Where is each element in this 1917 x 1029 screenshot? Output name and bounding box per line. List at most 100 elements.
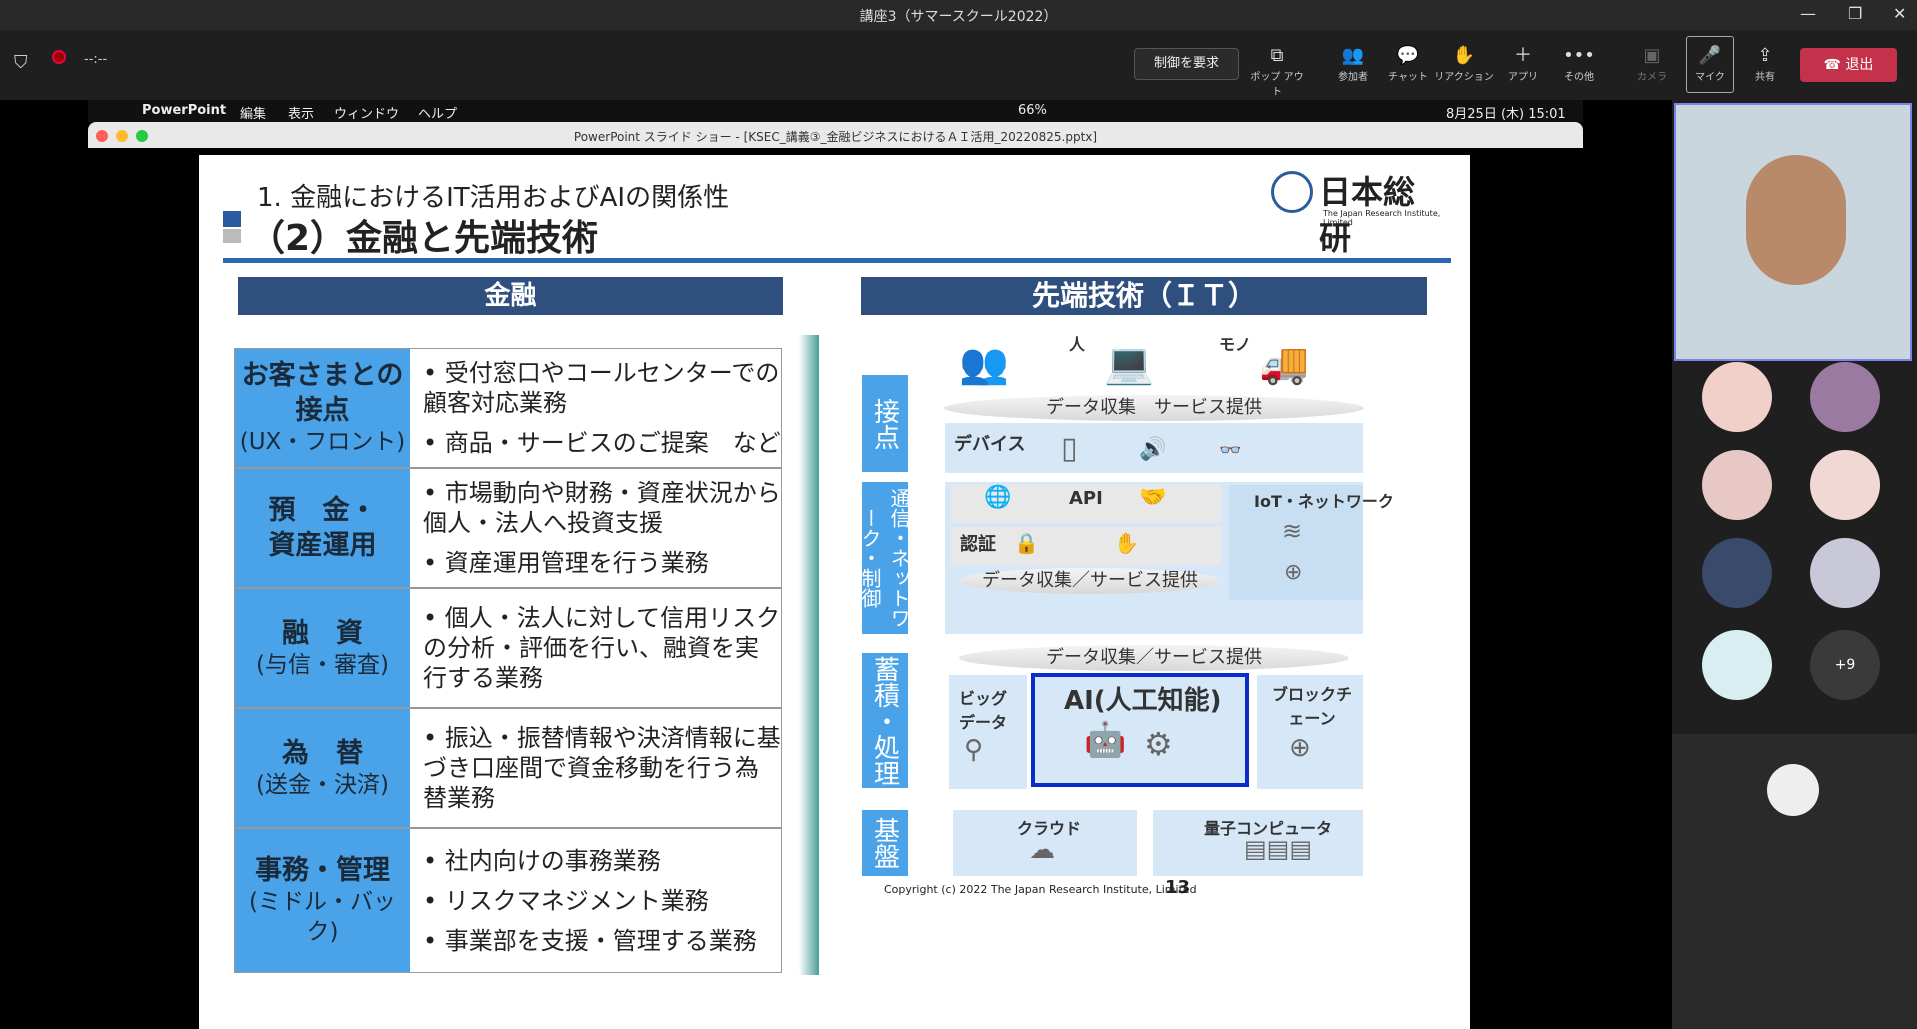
popout-icon: ⧉: [1270, 45, 1284, 66]
chat-label: チャット: [1388, 72, 1428, 83]
logo-mark-icon: [1271, 171, 1313, 213]
category-line: 融 資: [282, 617, 363, 649]
clock-label: 8月25日 (木) 15:01: [1446, 107, 1566, 122]
list-item: • 資産運用管理を行う業務: [423, 549, 709, 577]
network-globe-icon: ⊕: [1284, 560, 1303, 585]
chat-button[interactable]: 💬 チャット: [1378, 44, 1438, 83]
shield-icon: ⛉: [14, 52, 28, 73]
contact-label: 接点: [862, 375, 908, 472]
avatar: [1767, 764, 1819, 816]
collect-oval: データ収集／サービス提供: [959, 645, 1349, 671]
category-line: 事務・管理: [255, 855, 390, 887]
participants-button[interactable]: 👥 参加者: [1323, 44, 1383, 83]
category-line: 預 金・: [268, 494, 377, 526]
item-text: リスクマネジメント業務: [444, 886, 709, 915]
finance-row: 為 替 (送金・決済) • 振込・振替情報や決済情報に基づき口座間で資金移動を行う…: [234, 708, 782, 828]
finance-items: • 社内向けの事務業務 • リスクマネジメント業務 • 事業部を支援・管理する業務: [423, 829, 781, 972]
handshake-icon: 🤝: [1139, 485, 1167, 510]
item-text: 資産運用管理を行う業務: [444, 549, 709, 577]
share-button[interactable]: ⇪ 共有: [1735, 44, 1795, 83]
finance-row: 融 資 (与信・審査) • 個人・法人に対して信用リスクの分析・評価を行い、融資を…: [234, 588, 782, 708]
collect-oval: データ収集 サービス提供: [944, 395, 1364, 421]
list-item: • 受付窓口やコールセンターでの顧客対応業務: [423, 359, 780, 417]
avatar[interactable]: [1810, 362, 1880, 432]
office-worker-icon: 💻: [1104, 341, 1154, 387]
window-titlebar: 講座3（サマースクール2022） — ❐ ✕: [0, 0, 1917, 30]
menu-app[interactable]: PowerPoint: [142, 103, 226, 118]
close-icon[interactable]: ✕: [1893, 4, 1906, 23]
item-text: 振込・振替情報や決済情報に基づき口座間で資金移動を行う為替業務: [423, 724, 781, 812]
chat-icon: 💬: [1396, 45, 1420, 66]
left-header: 金融: [238, 277, 783, 315]
wifi-icon: ≋: [1282, 517, 1303, 545]
category-line: 接点: [295, 395, 350, 427]
category-line: 資産運用: [268, 530, 377, 561]
speaker-face: [1746, 155, 1846, 285]
category-line: 為 替: [282, 737, 363, 769]
avatar[interactable]: [1702, 538, 1772, 608]
slide-subheading: （2）金融と先端技術: [249, 218, 599, 259]
bullet-square-icon: [223, 229, 241, 243]
avatar[interactable]: [1702, 450, 1772, 520]
item-text: 受付窓口やコールセンターでの顧客対応業務: [423, 359, 780, 417]
finance-category: 預 金・ 資産運用: [235, 469, 410, 587]
menu-view[interactable]: 表示: [288, 103, 314, 122]
popout-button[interactable]: ⧉ ポップ アウト: [1247, 44, 1307, 98]
mac-menubar: PowerPoint 編集 表示 ウィンドウ ヘルプ 66% 8月25日 (木)…: [88, 100, 1583, 122]
avatar[interactable]: [1810, 450, 1880, 520]
auth-label: 認証: [960, 534, 996, 555]
popout-label: ポップ アウト: [1250, 72, 1304, 98]
avatar[interactable]: [1702, 630, 1772, 700]
mic-button[interactable]: 🎤 マイク: [1680, 44, 1740, 83]
device-label: デバイス: [954, 434, 1026, 455]
api-label: API: [1069, 488, 1103, 509]
plus-icon: ＋: [1514, 45, 1532, 66]
menu-edit[interactable]: 編集: [240, 103, 266, 122]
avatar[interactable]: [1810, 538, 1880, 608]
speaker-video[interactable]: [1674, 103, 1912, 361]
maximize-icon[interactable]: ❐: [1848, 4, 1862, 23]
window-title: 講座3（サマースクール2022）: [859, 9, 1058, 25]
more-participants[interactable]: +9: [1810, 630, 1880, 700]
phone-icon: ☎: [1823, 57, 1846, 73]
right-header: 先端技術（ＩＴ）: [861, 277, 1427, 315]
finance-row: 事務・管理 (ミドル・バック) • 社内向けの事務業務 • リスクマネジメント業務 •…: [234, 828, 782, 973]
leave-button[interactable]: ☎ 退出: [1800, 48, 1897, 82]
ppt-window-titlebar: PowerPoint スライド ショー - [KSEC_講義③_金融ビジネスにお…: [88, 122, 1583, 148]
more-label: その他: [1564, 72, 1594, 83]
list-item: • 個人・法人に対して信用リスクの分析・評価を行い、融資を実行する業務: [423, 604, 781, 692]
things-label: モノ: [1219, 335, 1252, 354]
smart-glasses-icon: 👓: [1219, 440, 1242, 461]
ppt-title: PowerPoint スライド ショー - [KSEC_講義③_金融ビジネスにお…: [573, 130, 1098, 144]
camera-button[interactable]: ▣ カメラ: [1622, 44, 1682, 83]
meeting-timer: --:--: [84, 52, 108, 67]
people-label: 人: [1069, 335, 1086, 354]
more-button[interactable]: ••• その他: [1549, 44, 1609, 83]
apps-label: アプリ: [1508, 72, 1538, 83]
speaker-icon: 🔊: [1139, 437, 1167, 462]
ai-label: AI(人工知能): [1064, 686, 1222, 716]
minimize-icon[interactable]: —: [1800, 4, 1816, 23]
record-icon: [52, 50, 66, 64]
connector-arrow: [799, 335, 819, 975]
reactions-button[interactable]: ✋ リアクション: [1434, 44, 1494, 83]
camera-label: カメラ: [1637, 72, 1667, 83]
jri-logo: 日本総研 The Japan Research Institute, Limit…: [1271, 167, 1441, 257]
category-sub: (送金・決済): [256, 771, 389, 798]
bullet-square-icon: [223, 211, 241, 227]
list-item: • リスクマネジメント業務: [423, 886, 709, 915]
mic-label: マイク: [1695, 72, 1725, 83]
request-control-button[interactable]: 制御を要求: [1134, 48, 1239, 80]
finance-row: 預 金・ 資産運用 • 市場動向や財務・資産状況から個人・法人へ投資支援 • 資産運…: [234, 468, 782, 588]
menu-help[interactable]: ヘルプ: [418, 103, 457, 122]
copyright: Copyright (c) 2022 The Japan Research In…: [884, 883, 1197, 896]
bigdata-label: ビッグデータ: [959, 689, 1008, 732]
avatar[interactable]: [1702, 362, 1772, 432]
gear-icon: ⚙: [1144, 725, 1173, 763]
list-item: • 振込・振替情報や決済情報に基づき口座間で資金移動を行う為替業務: [423, 724, 781, 812]
apps-button[interactable]: ＋ アプリ: [1493, 44, 1553, 83]
menu-window[interactable]: ウィンドウ: [334, 103, 399, 122]
smartphone-icon: ▯: [1061, 431, 1078, 466]
list-item: • 事業部を支援・管理する業務: [423, 926, 757, 955]
battery-label: 66%: [1018, 103, 1047, 118]
